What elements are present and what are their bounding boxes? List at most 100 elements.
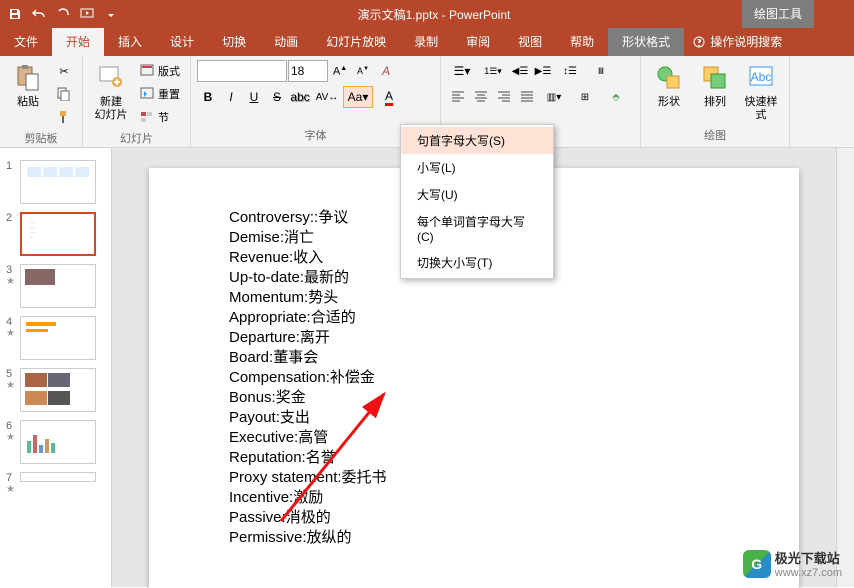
- menu-transitions[interactable]: 切换: [208, 28, 260, 56]
- thumb-4[interactable]: 4★: [0, 312, 111, 364]
- shrink-font-button[interactable]: A▼: [352, 60, 374, 82]
- case-toggle[interactable]: 切换大小写(T): [401, 249, 553, 276]
- reset-button[interactable]: 重置: [135, 83, 184, 105]
- cut-icon: ✂: [56, 63, 72, 79]
- window-title: 演示文稿1.pptx - PowerPoint: [126, 6, 742, 23]
- align-center-button[interactable]: [470, 86, 492, 108]
- line-spacing-button[interactable]: ↕☰: [555, 60, 585, 82]
- case-each-word[interactable]: 每个单词首字母大写(C): [401, 208, 553, 249]
- grow-font-icon: A▲: [333, 65, 347, 78]
- menu-help[interactable]: 帮助: [556, 28, 608, 56]
- align-left-button[interactable]: [447, 86, 469, 108]
- bold-icon: B: [204, 90, 213, 104]
- font-color-icon: A: [385, 89, 393, 106]
- spacing-icon: AV↔: [316, 92, 339, 103]
- slideshow-icon[interactable]: [76, 3, 98, 25]
- section-button[interactable]: 节: [135, 106, 184, 128]
- menu-file[interactable]: 文件: [0, 28, 52, 56]
- menu-review[interactable]: 审阅: [452, 28, 504, 56]
- smartart-button[interactable]: ⬘: [601, 86, 631, 108]
- cut-button[interactable]: ✂: [52, 60, 76, 82]
- bullets-button[interactable]: ☰▾: [447, 60, 477, 82]
- thumb-6[interactable]: 6★: [0, 416, 111, 468]
- quick-styles-button[interactable]: Abc 快速样式: [739, 60, 783, 124]
- thumb-1[interactable]: 1: [0, 156, 111, 208]
- layout-icon: [139, 63, 155, 79]
- watermark: G 极光下载站 www.xz7.com: [743, 548, 842, 579]
- case-lower[interactable]: 小写(L): [401, 154, 553, 181]
- menu-recording[interactable]: 录制: [400, 28, 452, 56]
- textdir-icon: Ⅲ: [598, 66, 604, 77]
- menu-insert[interactable]: 插入: [104, 28, 156, 56]
- arrange-button[interactable]: 排列: [693, 60, 737, 111]
- format-painter-button[interactable]: [52, 106, 76, 128]
- font-name-input[interactable]: [197, 60, 287, 82]
- menu-design[interactable]: 设计: [156, 28, 208, 56]
- new-slide-button[interactable]: 新建 幻灯片: [89, 60, 133, 124]
- thumb-2[interactable]: 2∙∙∙∙∙∙∙∙∙∙∙∙∙∙∙∙∙: [0, 208, 111, 260]
- bullets-icon: ☰▾: [454, 64, 471, 78]
- align-text-button[interactable]: ⊞: [570, 86, 600, 108]
- align-center-icon: [474, 90, 488, 104]
- thumb-3[interactable]: 3★: [0, 260, 111, 312]
- copy-button[interactable]: [52, 83, 76, 105]
- strike-icon: S: [273, 90, 281, 104]
- brush-icon: [56, 109, 72, 125]
- justify-button[interactable]: [516, 86, 538, 108]
- inc-indent-button[interactable]: ▶☰: [532, 60, 554, 82]
- case-sentence[interactable]: 句首字母大写(S): [401, 127, 553, 154]
- customize-icon[interactable]: [100, 3, 122, 25]
- clear-format-button[interactable]: A: [375, 60, 397, 82]
- menu-view[interactable]: 视图: [504, 28, 556, 56]
- save-icon[interactable]: [4, 3, 26, 25]
- change-case-button[interactable]: Aa▾: [343, 86, 373, 108]
- dec-indent-button[interactable]: ◀☰: [509, 60, 531, 82]
- thumb-7[interactable]: 7★: [0, 468, 111, 499]
- quickstyle-icon: Abc: [745, 62, 777, 94]
- menu-shape-format[interactable]: 形状格式: [608, 28, 684, 56]
- underline-button[interactable]: U: [243, 86, 265, 108]
- thumb-5[interactable]: 5★: [0, 364, 111, 416]
- align-right-button[interactable]: [493, 86, 515, 108]
- linespace-icon: ↕☰: [563, 66, 577, 77]
- quick-access-toolbar: [0, 3, 126, 25]
- underline-icon: U: [250, 90, 259, 104]
- section-icon: [139, 109, 155, 125]
- menu-bar: 文件 开始 插入 设计 切换 动画 幻灯片放映 录制 审阅 视图 帮助 形状格式…: [0, 28, 854, 56]
- reset-icon: [139, 86, 155, 102]
- shadow-icon: abc: [290, 90, 309, 104]
- title-bar: 演示文稿1.pptx - PowerPoint 绘图工具: [0, 0, 854, 28]
- font-size-input[interactable]: [288, 60, 328, 82]
- font-color-button[interactable]: A: [374, 86, 404, 108]
- arrange-icon: [699, 62, 731, 94]
- menu-slideshow[interactable]: 幻灯片放映: [312, 28, 400, 56]
- bold-button[interactable]: B: [197, 86, 219, 108]
- strike-button[interactable]: S: [266, 86, 288, 108]
- tell-me[interactable]: 操作说明搜索: [684, 28, 790, 56]
- change-case-dropdown: 句首字母大写(S) 小写(L) 大写(U) 每个单词首字母大写(C) 切换大小写…: [400, 124, 554, 279]
- redo-icon[interactable]: [52, 3, 74, 25]
- case-upper[interactable]: 大写(U): [401, 181, 553, 208]
- paste-button[interactable]: 粘贴: [6, 60, 50, 111]
- char-spacing-button[interactable]: AV↔: [312, 86, 342, 108]
- menu-home[interactable]: 开始: [52, 28, 104, 56]
- grow-font-button[interactable]: A▲: [329, 60, 351, 82]
- paste-icon: [12, 62, 44, 94]
- menu-animations[interactable]: 动画: [260, 28, 312, 56]
- shapes-button[interactable]: 形状: [647, 60, 691, 111]
- smartart-icon: ⬘: [612, 92, 620, 103]
- italic-icon: I: [229, 90, 232, 104]
- numbering-button[interactable]: 1☰▾: [478, 60, 508, 82]
- undo-icon[interactable]: [28, 3, 50, 25]
- columns-button[interactable]: ▥▾: [539, 86, 569, 108]
- align-right-icon: [497, 90, 511, 104]
- vertical-scrollbar[interactable]: [836, 148, 854, 587]
- case-icon: Aa▾: [348, 90, 369, 104]
- eraser-icon: A: [382, 64, 390, 78]
- valign-icon: ⊞: [581, 92, 589, 103]
- text-direction-button[interactable]: Ⅲ: [586, 60, 616, 82]
- italic-button[interactable]: I: [220, 86, 242, 108]
- shadow-button[interactable]: abc: [289, 86, 311, 108]
- layout-button[interactable]: 版式: [135, 60, 184, 82]
- indent-icon: ▶☰: [535, 66, 552, 77]
